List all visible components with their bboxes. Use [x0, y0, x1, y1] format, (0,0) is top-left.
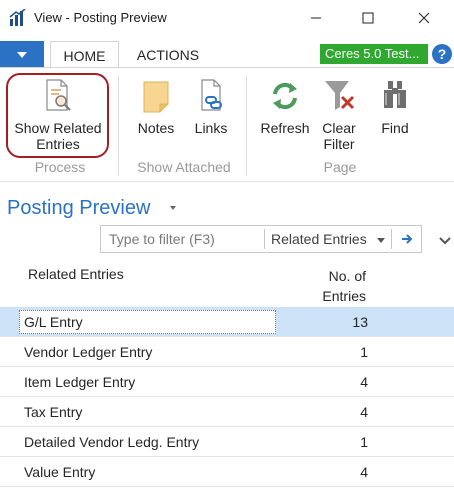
row-name[interactable]: Tax Entry [24, 404, 82, 420]
find-button[interactable]: Find [372, 78, 418, 136]
refresh-button[interactable]: Refresh [256, 78, 314, 136]
filter-divider [264, 229, 265, 249]
column-header-no-of-entries[interactable]: No. of Entries [300, 266, 366, 306]
close-icon[interactable] [412, 6, 436, 30]
arrow-right-icon[interactable] [399, 231, 415, 247]
find-label: Find [381, 120, 409, 136]
group-label-process: Process [34, 159, 86, 175]
notes-label: Notes [137, 120, 175, 136]
page-title[interactable]: Posting Preview [7, 197, 150, 220]
notes-button[interactable]: Notes [132, 78, 180, 136]
group-separator [118, 76, 119, 176]
row-name[interactable]: Vendor Ledger Entry [24, 344, 152, 360]
table-row[interactable]: Detailed Vendor Ledg. Entry 1 [0, 427, 454, 457]
links-button[interactable]: Links [188, 78, 234, 136]
application-menu-button[interactable] [0, 41, 44, 68]
link-document-icon [201, 79, 222, 111]
chevron-down-icon [17, 52, 27, 58]
ribbon-tabs: HOME ACTIONS Ceres 5.0 Test... ? [0, 36, 454, 68]
title-bar: View - Posting Preview [0, 0, 454, 36]
binoculars-icon [384, 81, 406, 108]
show-related-entries-label: Show Related Entries [14, 120, 102, 152]
row-count: 4 [360, 374, 368, 390]
clear-filter-label: Clear Filter [322, 120, 356, 152]
row-name[interactable]: G/L Entry [24, 314, 83, 330]
document-search-icon [46, 79, 71, 111]
column-header-related-entries[interactable]: Related Entries [28, 266, 124, 282]
window-title: View - Posting Preview [34, 10, 167, 25]
row-name[interactable]: Item Ledger Entry [24, 374, 135, 390]
entries-list: G/L Entry 13 Vendor Ledger Entry 1 Item … [0, 307, 454, 487]
row-count: 4 [360, 464, 368, 480]
refresh-icon [273, 82, 297, 110]
company-badge[interactable]: Ceres 5.0 Test... [320, 44, 428, 64]
table-row[interactable]: Tax Entry 4 [0, 397, 454, 427]
tab-actions[interactable]: ACTIONS [126, 41, 210, 68]
table-row[interactable]: Item Ledger Entry 4 [0, 367, 454, 397]
table-row[interactable]: G/L Entry 13 [0, 307, 454, 337]
row-count: 4 [360, 404, 368, 420]
minimize-icon[interactable] [304, 6, 328, 30]
links-label: Links [194, 120, 228, 136]
table-row[interactable]: Vendor Ledger Entry 1 [0, 337, 454, 367]
group-separator [246, 76, 247, 176]
chevron-down-icon[interactable] [170, 206, 176, 210]
tab-home[interactable]: HOME [50, 41, 119, 68]
row-count: 1 [360, 434, 368, 450]
table-row[interactable]: Value Entry 4 [0, 457, 454, 487]
help-icon[interactable]: ? [432, 44, 452, 64]
maximize-icon[interactable] [356, 6, 380, 30]
dynamics-nav-icon [9, 9, 26, 26]
note-icon [143, 81, 169, 113]
clear-filter-button[interactable]: Clear Filter [316, 78, 362, 152]
show-related-entries-button[interactable]: Show Related Entries [8, 78, 108, 152]
group-label-page: Page [323, 159, 357, 175]
filter-divider [391, 229, 392, 249]
clear-filter-icon [325, 81, 355, 110]
row-name[interactable]: Value Entry [24, 464, 95, 480]
row-count: 13 [352, 314, 368, 330]
filter-bar: Related Entries [100, 225, 422, 253]
filter-input[interactable] [101, 226, 263, 252]
filter-field-select[interactable]: Related Entries [271, 231, 367, 247]
chevron-down-icon[interactable] [377, 238, 385, 243]
row-name[interactable]: Detailed Vendor Ledg. Entry [24, 434, 199, 450]
refresh-label: Refresh [260, 120, 310, 136]
row-count: 1 [360, 344, 368, 360]
ribbon: Show Related Entries Process Notes Links… [0, 68, 454, 182]
chevron-down-icon[interactable] [438, 236, 452, 246]
group-label-show-attached: Show Attached [137, 159, 231, 175]
